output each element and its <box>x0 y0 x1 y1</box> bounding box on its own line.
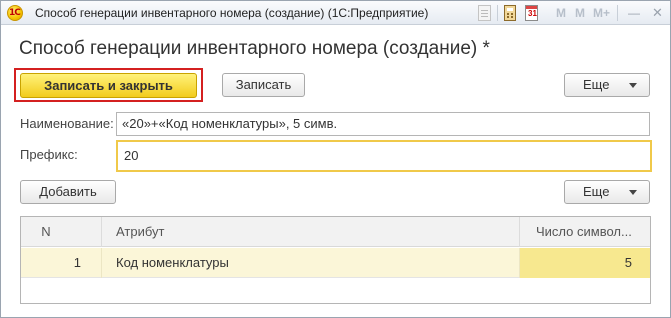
name-field[interactable]: «20»+«Код номенклатуры», 5 симв. <box>116 112 650 136</box>
column-header-n[interactable]: N <box>21 217 101 247</box>
memory-button-mplus[interactable]: M+ <box>593 6 610 20</box>
chevron-down-icon <box>629 190 637 195</box>
prefix-label: Префикс: <box>20 147 78 162</box>
save-button[interactable]: Записать <box>222 73 305 97</box>
app-window: 1С Способ генерации инвентарного номера … <box>0 0 671 318</box>
calendar-icon[interactable]: 31 <box>525 5 538 21</box>
column-header-char-count[interactable]: Число символ... <box>519 217 650 247</box>
cell-n[interactable]: 1 <box>21 248 101 278</box>
cell-attribute[interactable]: Код номенклатуры <box>101 248 519 278</box>
save-and-close-button[interactable]: Записать и закрыть <box>20 73 197 98</box>
more-menu-button[interactable]: Еще <box>564 73 650 97</box>
chevron-down-icon <box>629 83 637 88</box>
toolbar-separator-2 <box>617 5 618 21</box>
cell-char-count[interactable]: 5 <box>519 248 650 278</box>
calculator-icon[interactable] <box>504 5 516 21</box>
form-title: Способ генерации инвентарного номера (со… <box>19 38 490 59</box>
prefix-field[interactable]: 20 <box>116 140 652 172</box>
column-header-attribute[interactable]: Атрибут <box>101 217 519 247</box>
memory-button-m2[interactable]: M <box>575 6 585 20</box>
calendar-day: 31 <box>528 9 537 18</box>
toolbar-separator <box>497 5 498 21</box>
table-row[interactable]: 1 Код номенклатуры 5 <box>21 248 650 278</box>
name-label: Наименование: <box>20 116 114 131</box>
page-icon[interactable] <box>478 5 491 21</box>
more-menu-label: Еще <box>583 77 610 92</box>
table-more-menu-label: Еще <box>583 184 610 199</box>
title-bar: 1С Способ генерации инвентарного номера … <box>1 1 670 25</box>
attributes-table: N Атрибут Число символ... 1 Код номенкла… <box>20 216 651 304</box>
memory-button-m[interactable]: M <box>556 6 566 20</box>
table-more-menu-button[interactable]: Еще <box>564 180 650 204</box>
app-logo-icon: 1С <box>7 5 23 21</box>
add-button[interactable]: Добавить <box>20 180 116 204</box>
app-logo-text: 1С <box>9 8 21 18</box>
table-header: N Атрибут Число символ... <box>21 217 650 247</box>
window-title: Способ генерации инвентарного номера (со… <box>35 6 429 20</box>
close-icon[interactable]: ✕ <box>652 5 663 21</box>
minimize-icon[interactable]: — <box>628 6 640 20</box>
